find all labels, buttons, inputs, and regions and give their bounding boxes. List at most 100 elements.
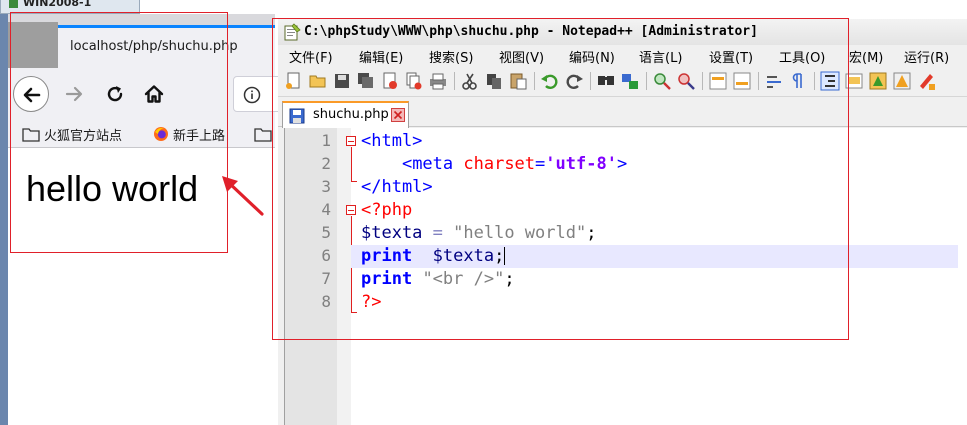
bookmark-item[interactable] [254,125,276,143]
line-number: 2 [321,154,331,173]
notepadpp-icon [284,23,301,41]
close-all-icon[interactable] [404,71,424,91]
line-number-gutter: 1 2 3 4 5 6 7 8 [285,128,337,425]
close-file-icon[interactable] [380,71,400,91]
code-line-current: print $texta; [351,245,958,268]
fold-toggle-php[interactable] [346,205,356,215]
code-token: ; [586,223,597,243]
document-tab-label: shuchu.php [313,107,389,122]
code-token: $texta [361,223,423,243]
folder-workspace-icon[interactable] [892,71,912,91]
find-icon[interactable] [596,71,616,91]
show-all-chars-icon[interactable] [788,71,808,91]
notepadpp-window: C:\phpStudy\WWW\php\shuchu.php - Notepad… [278,19,967,425]
indent-guide-icon[interactable] [820,71,840,91]
toolbar [278,67,967,97]
replace-icon[interactable] [620,71,640,91]
code-line: <html> [361,130,967,153]
line-number: 4 [321,200,331,219]
fold-margin [337,128,351,425]
zoom-out-icon[interactable] [676,71,696,91]
fold-guide-end [351,181,357,182]
document-map-icon[interactable] [844,71,864,91]
annotation-arrow-icon [222,176,264,216]
code-line: <?php [361,199,967,222]
code-line: <meta charset='utf-8'> [361,153,967,176]
save-all-icon[interactable] [356,71,376,91]
code-token: </html> [361,177,433,197]
code-token: "hello world" [453,223,587,243]
menu-edit[interactable]: 编辑(E) [359,47,403,66]
menu-search[interactable]: 搜索(S) [429,47,473,66]
toolbar-separator [534,72,535,90]
folder-icon [254,127,272,142]
vm-window-frame [0,14,8,425]
code-token: 'utf-8' [545,154,617,174]
code-token: = [422,223,454,243]
info-icon [243,86,261,104]
line-number: 5 [321,223,331,242]
code-token: charset [453,154,536,174]
menu-language[interactable]: 语言(L) [639,47,682,66]
fold-toggle-html[interactable] [346,136,356,146]
menu-file[interactable]: 文件(F) [289,47,333,66]
zoom-in-icon[interactable] [652,71,672,91]
menu-settings[interactable]: 设置(T) [709,47,753,66]
macro-record-icon[interactable] [916,71,936,91]
new-file-icon[interactable] [284,71,304,91]
menu-encoding[interactable]: 编码(N) [569,47,615,66]
close-icon[interactable] [391,108,405,122]
undo-icon[interactable] [540,71,560,91]
menu-tools[interactable]: 工具(O) [779,47,825,66]
annotation-box-browser [10,12,228,253]
fold-guide [351,147,352,181]
toolbar-separator [814,72,815,90]
code-token: = [535,154,546,174]
code-token: ?> [361,292,382,312]
code-token: <html> [361,131,423,151]
code-token: ; [494,246,505,266]
menu-run[interactable]: 运行(R) [904,47,949,66]
cut-icon[interactable] [460,71,480,91]
menu-view[interactable]: 视图(V) [499,47,544,66]
line-number: 7 [321,269,331,288]
save-icon[interactable] [332,71,352,91]
paste-icon[interactable] [508,71,528,91]
code-token: <meta [401,154,454,174]
open-file-icon[interactable] [308,71,328,91]
word-wrap-icon[interactable] [764,71,784,91]
copy-icon[interactable] [484,71,504,91]
window-title-bar[interactable]: C:\phpStudy\WWW\php\shuchu.php - Notepad… [278,19,967,45]
line-number: 1 [321,131,331,150]
code-token: $texta [432,246,495,266]
vm-icon [9,0,18,8]
sync-vertical-icon[interactable] [708,71,728,91]
code-token: ; [504,269,515,289]
sync-horizontal-icon[interactable] [732,71,752,91]
code-token: print [361,269,413,289]
toolbar-separator [454,72,455,90]
line-number: 3 [321,177,331,196]
toolbar-separator [646,72,647,90]
code-token: <?php [361,200,413,220]
toolbar-separator [758,72,759,90]
menu-macro[interactable]: 宏(M) [849,47,883,66]
code-token: > [616,154,628,174]
code-line: $texta = "hello world"; [361,222,967,245]
code-editor[interactable]: 1 2 3 4 5 6 7 8 <html> <meta charset='ut… [284,128,967,425]
text-caret [504,247,506,265]
print-icon[interactable] [428,71,448,91]
redo-icon[interactable] [564,71,584,91]
code-line: ?> [361,291,967,314]
code-token: "<br />" [422,269,505,289]
toolbar-separator [702,72,703,90]
line-number: 8 [321,292,331,311]
line-number: 6 [321,246,331,265]
saved-file-icon [289,108,305,124]
code-line: print "<br />"; [361,268,967,291]
document-tab-active[interactable]: shuchu.php [282,101,409,128]
function-list-icon[interactable] [868,71,888,91]
